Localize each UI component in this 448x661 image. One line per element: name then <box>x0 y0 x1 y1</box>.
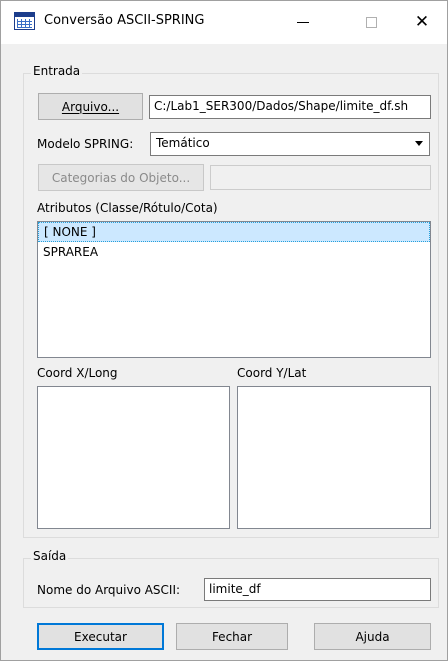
list-item[interactable]: [ NONE ] <box>38 222 430 242</box>
nome-arquivo-field[interactable]: limite_df <box>204 578 431 601</box>
atributos-label: Atributos (Classe/Rótulo/Cota) <box>37 201 218 215</box>
maximize-icon <box>365 17 377 28</box>
executar-button-label: Executar <box>74 629 127 644</box>
saida-group-label: Saída <box>31 549 69 563</box>
minimize-icon <box>297 22 309 23</box>
conversion-dialog: Conversão ASCII-SPRING ✕ Entrada Arquivo… <box>0 0 448 661</box>
fechar-button-label: Fechar <box>211 629 253 644</box>
maximize-button[interactable] <box>348 1 394 44</box>
entrada-group-label: Entrada <box>31 64 83 78</box>
nome-arquivo-label: Nome do Arquivo ASCII: <box>37 583 181 597</box>
fechar-button[interactable]: Fechar <box>176 623 288 650</box>
ajuda-button-label: Ajuda <box>355 629 390 644</box>
minimize-button[interactable] <box>280 1 326 44</box>
coord-x-label: Coord X/Long <box>37 366 118 380</box>
grid-map-icon <box>14 12 35 30</box>
modelo-select[interactable]: Temático <box>150 132 430 156</box>
arquivo-button-label: Arquivo... <box>61 99 120 114</box>
title-bar: Conversão ASCII-SPRING ✕ <box>1 1 447 44</box>
chevron-down-icon <box>415 141 423 146</box>
categorias-button-label: Categorias do Objeto... <box>51 170 191 185</box>
close-button[interactable]: ✕ <box>399 1 445 44</box>
arquivo-path-field[interactable]: C:/Lab1_SER300/Dados/Shape/limite_df.sh <box>149 95 431 119</box>
categorias-button[interactable]: Categorias do Objeto... <box>38 164 204 191</box>
ajuda-button[interactable]: Ajuda <box>314 623 431 650</box>
coord-x-list[interactable] <box>37 386 230 529</box>
window-title: Conversão ASCII-SPRING <box>44 13 205 28</box>
arquivo-button[interactable]: Arquivo... <box>38 93 143 120</box>
list-item[interactable]: SPRAREA <box>38 242 430 262</box>
categorias-field <box>210 165 431 190</box>
executar-button[interactable]: Executar <box>37 623 164 650</box>
coord-y-label: Coord Y/Lat <box>237 366 307 380</box>
atributos-list[interactable]: [ NONE ] SPRAREA <box>37 221 431 358</box>
close-icon: ✕ <box>414 12 430 32</box>
coord-y-list[interactable] <box>237 386 431 529</box>
modelo-select-value: Temático <box>156 136 210 150</box>
modelo-label: Modelo SPRING: <box>37 137 134 151</box>
